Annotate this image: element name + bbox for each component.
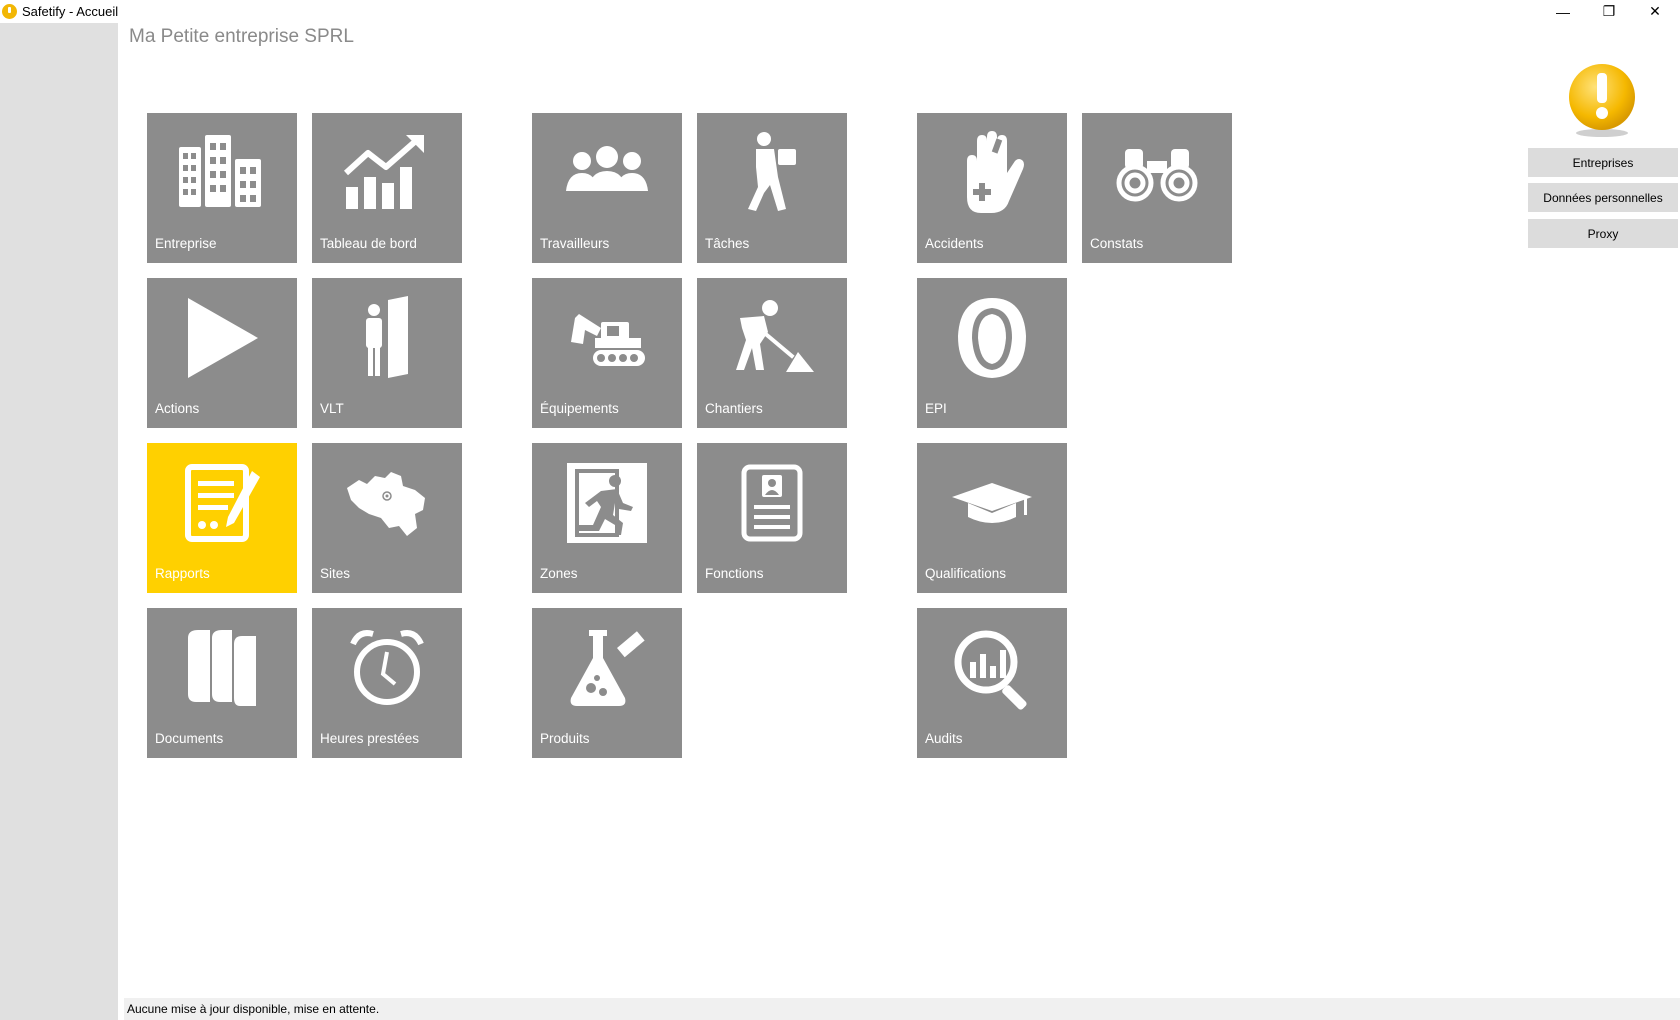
tile-label: EPI <box>925 401 947 416</box>
window-title: Safetify - Accueil <box>22 4 119 19</box>
emergency-exit-icon <box>532 443 682 563</box>
tile-label: Équipements <box>540 401 619 416</box>
tile-label: Qualifications <box>925 566 1007 581</box>
tile-actions[interactable]: Actions <box>147 278 297 428</box>
tile-label: Zones <box>540 566 578 581</box>
tile-label: Travailleurs <box>540 236 610 251</box>
company-name: Ma Petite entreprise SPRL <box>129 26 354 47</box>
tile-label: Heures prestées <box>320 731 420 746</box>
tile-audits[interactable]: Audits <box>917 608 1067 758</box>
chart-growth-icon <box>312 113 462 233</box>
tile-label: Audits <box>925 731 963 746</box>
restore-button[interactable]: ❐ <box>1586 0 1632 23</box>
report-pencil-icon <box>147 443 297 563</box>
tile-label: Constats <box>1090 236 1144 251</box>
tile-vlt[interactable]: VLT <box>312 278 462 428</box>
tile-rapports[interactable]: Rapports <box>147 443 297 593</box>
left-sidebar <box>0 23 118 1020</box>
close-button[interactable]: ✕ <box>1632 0 1678 23</box>
excavator-icon <box>532 278 682 398</box>
minimize-button[interactable]: — <box>1540 0 1586 23</box>
tile-constats[interactable]: Constats <box>1082 113 1232 263</box>
alarm-clock-icon <box>312 608 462 728</box>
tile-label: Sites <box>320 566 351 581</box>
id-card-icon <box>697 443 847 563</box>
tile-label: Chantiers <box>705 401 763 416</box>
tile-label: Tâches <box>705 236 750 251</box>
tile-label: Rapports <box>155 566 210 581</box>
worker-shovel-icon <box>697 278 847 398</box>
buildings-icon <box>147 113 297 233</box>
tile-tableau-de-bord[interactable]: Tableau de bord <box>312 113 462 263</box>
tile-epi[interactable]: EPI <box>917 278 1067 428</box>
tile-produits[interactable]: Produits <box>532 608 682 758</box>
binoculars-icon <box>1082 113 1232 233</box>
title-bar: Safetify - Accueil — ❐ ✕ <box>0 0 1680 23</box>
tile-documents[interactable]: Documents <box>147 608 297 758</box>
tile-label: Produits <box>540 731 590 746</box>
tile-label: VLT <box>320 401 344 416</box>
books-icon <box>147 608 297 728</box>
tile-label: Actions <box>155 401 200 416</box>
app-window: Safetify - Accueil — ❐ ✕ Ma Petite entre… <box>0 0 1680 1020</box>
belgium-map-icon <box>312 443 462 563</box>
tile-equipements[interactable]: Équipements <box>532 278 682 428</box>
tile-fonctions[interactable]: Fonctions <box>697 443 847 593</box>
tile-label: Tableau de bord <box>320 236 417 251</box>
tile-qualifications[interactable]: Qualifications <box>917 443 1067 593</box>
worker-carrying-icon <box>697 113 847 233</box>
entreprises-button[interactable]: Entreprises <box>1528 148 1678 177</box>
tile-label: Accidents <box>925 236 984 251</box>
status-text: Aucune mise à jour disponible, mise en a… <box>127 1002 380 1016</box>
injured-hand-icon <box>917 113 1067 233</box>
status-bar: Aucune mise à jour disponible, mise en a… <box>124 998 1680 1020</box>
tile-travailleurs[interactable]: Travailleurs <box>532 113 682 263</box>
ear-protection-icon <box>917 278 1067 398</box>
tile-label: Entreprise <box>155 236 217 251</box>
graduation-cap-icon <box>917 443 1067 563</box>
tile-taches[interactable]: Tâches <box>697 113 847 263</box>
tile-accidents[interactable]: Accidents <box>917 113 1067 263</box>
play-icon <box>147 278 297 398</box>
donnees-personnelles-button[interactable]: Données personnelles <box>1528 183 1678 212</box>
person-door-icon <box>312 278 462 398</box>
tile-chantiers[interactable]: Chantiers <box>697 278 847 428</box>
app-logo-icon <box>2 4 17 19</box>
proxy-button[interactable]: Proxy <box>1528 219 1678 248</box>
magnifier-chart-icon <box>917 608 1067 728</box>
tile-label: Documents <box>155 731 224 746</box>
chemical-flask-icon <box>532 608 682 728</box>
tile-heures-prestees[interactable]: Heures prestées <box>312 608 462 758</box>
people-group-icon <box>532 113 682 233</box>
warning-exclamation-icon[interactable] <box>1567 63 1637 139</box>
tile-entreprise[interactable]: Entreprise <box>147 113 297 263</box>
tile-zones[interactable]: Zones <box>532 443 682 593</box>
tile-sites[interactable]: Sites <box>312 443 462 593</box>
tile-label: Fonctions <box>705 566 764 581</box>
